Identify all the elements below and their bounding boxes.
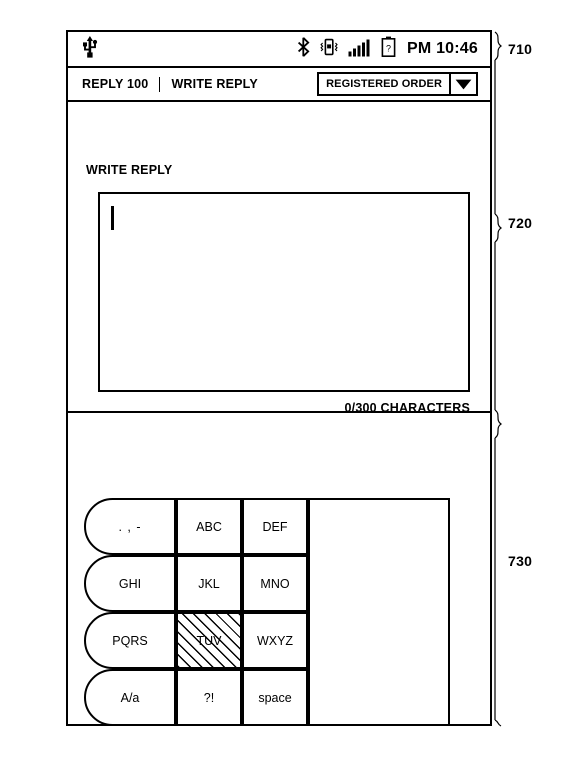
status-bar: ? PM 10:46 bbox=[68, 32, 490, 68]
key-def[interactable]: DEF bbox=[242, 498, 308, 555]
text-caret bbox=[111, 206, 114, 230]
reference-numeral-710: 710 bbox=[508, 41, 533, 57]
compose-reply-area: WRITE REPLY 0/300 CHARACTERS bbox=[68, 102, 490, 415]
key-pqrs[interactable]: PQRS bbox=[84, 612, 176, 669]
key-label: JKL bbox=[198, 576, 220, 591]
tab-reply-count[interactable]: REPLY 100 bbox=[82, 77, 148, 91]
tab-group: REPLY 100 WRITE REPLY bbox=[68, 76, 317, 92]
key-label: space bbox=[258, 690, 292, 705]
keypad-area: . , - ABC DEF GHI JKL MNO PQRS TUV WXYZ … bbox=[68, 413, 490, 726]
key-label: DEF bbox=[262, 519, 288, 534]
key-jkl[interactable]: JKL bbox=[176, 555, 242, 612]
key-abc[interactable]: ABC bbox=[176, 498, 242, 555]
key-label: GHI bbox=[118, 576, 142, 591]
key-mno[interactable]: MNO bbox=[242, 555, 308, 612]
key-label: ABC bbox=[196, 519, 222, 534]
key-label: A/a bbox=[120, 690, 140, 705]
keypad: . , - ABC DEF GHI JKL MNO PQRS TUV WXYZ … bbox=[84, 498, 450, 726]
svg-text:?: ? bbox=[386, 43, 391, 53]
signal-strength-icon bbox=[348, 37, 372, 62]
status-bar-clock: PM 10:46 bbox=[407, 40, 478, 57]
key-wxyz[interactable]: WXYZ bbox=[242, 612, 308, 669]
device-screen-frame: ? PM 10:46 REPLY 100 WRITE REPLY REGISTE… bbox=[66, 30, 492, 726]
chevron-down-icon[interactable] bbox=[449, 74, 476, 94]
status-bar-left-group bbox=[68, 35, 297, 63]
key-label: WXYZ bbox=[256, 633, 294, 648]
key-label: . , - bbox=[118, 519, 142, 534]
reference-numeral-720: 720 bbox=[508, 215, 533, 231]
key-case-toggle[interactable]: A/a bbox=[84, 669, 176, 726]
compose-heading: WRITE REPLY bbox=[86, 163, 173, 177]
tab-write-reply[interactable]: WRITE REPLY bbox=[171, 77, 257, 91]
reference-brace-group bbox=[494, 31, 503, 727]
candidate-panel[interactable] bbox=[308, 498, 450, 726]
reply-textarea[interactable] bbox=[98, 192, 470, 392]
key-label: TUV bbox=[196, 633, 222, 648]
usb-icon bbox=[80, 35, 100, 63]
key-label: ?! bbox=[203, 690, 215, 705]
sort-order-dropdown[interactable]: REGISTERED ORDER bbox=[317, 72, 478, 96]
bluetooth-icon bbox=[297, 36, 310, 62]
key-symbols[interactable]: ?! bbox=[176, 669, 242, 726]
key-space[interactable]: space bbox=[242, 669, 308, 726]
vibrate-icon bbox=[319, 37, 339, 62]
key-label: MNO bbox=[260, 576, 290, 591]
title-bar: REPLY 100 WRITE REPLY REGISTERED ORDER bbox=[68, 68, 490, 102]
key-punctuation[interactable]: . , - bbox=[84, 498, 176, 555]
key-ghi[interactable]: GHI bbox=[84, 555, 176, 612]
tab-separator bbox=[159, 76, 161, 92]
sort-order-value: REGISTERED ORDER bbox=[326, 78, 442, 90]
figure-root: ? PM 10:46 REPLY 100 WRITE REPLY REGISTE… bbox=[0, 0, 564, 760]
reference-numeral-730: 730 bbox=[508, 553, 533, 569]
battery-icon: ? bbox=[381, 36, 396, 62]
key-label: PQRS bbox=[112, 633, 148, 648]
status-bar-right-group: ? PM 10:46 bbox=[297, 36, 490, 62]
key-tuv[interactable]: TUV bbox=[176, 612, 242, 669]
